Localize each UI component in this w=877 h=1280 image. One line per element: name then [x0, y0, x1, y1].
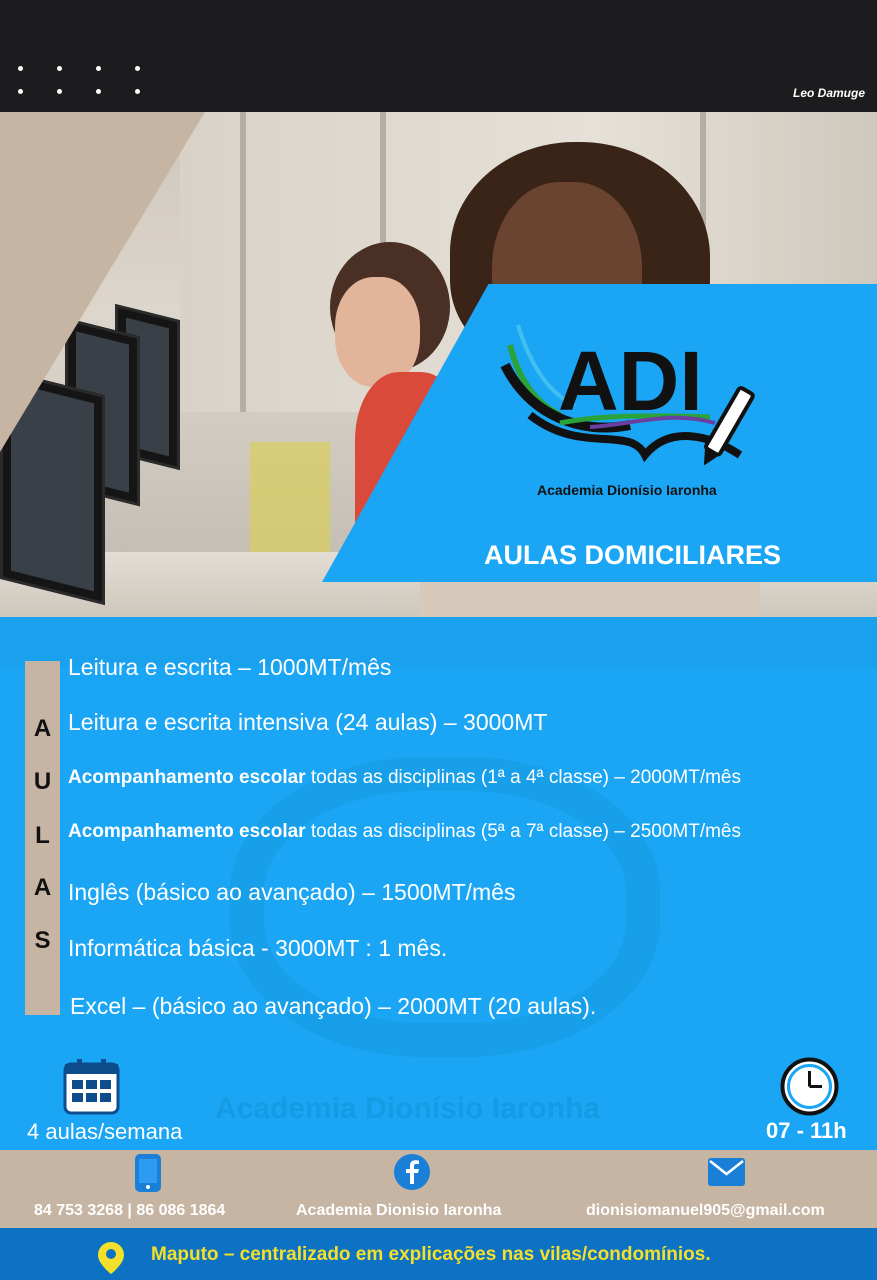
headline: AULAS DOMICILIARES	[484, 540, 781, 570]
mail-icon[interactable]	[708, 1158, 745, 1191]
side-letter: U	[33, 768, 52, 795]
side-letter: L	[35, 822, 50, 849]
adi-logo: ADI	[500, 305, 785, 505]
logo-letters: ADI	[558, 334, 703, 428]
location-pin-icon	[98, 1242, 124, 1274]
service-item-bold: Acompanhamento escolar	[68, 767, 306, 788]
pencil-icon	[703, 386, 755, 466]
email-address[interactable]: dionisiomanuel905@gmail.com	[586, 1202, 825, 1220]
photo-person-2-face	[335, 277, 420, 387]
service-item: Acompanhamento escolar todas as discipli…	[68, 821, 741, 843]
service-item-bold: Acompanhamento escolar	[68, 821, 306, 842]
facebook-icon[interactable]	[394, 1154, 430, 1195]
photo-yellow-panel	[250, 442, 330, 562]
service-item: Leitura e escrita intensiva (24 aulas) –…	[68, 709, 548, 735]
watermark-text: Academia Dionísio Iaronha	[215, 1092, 601, 1125]
service-item-rest: todas as disciplinas (1ª a 4ª classe) – …	[305, 767, 742, 788]
phone-numbers[interactable]: 84 753 3268 | 86 086 1864	[34, 1202, 225, 1220]
phone-icon	[135, 1154, 161, 1197]
service-item: Excel – (básico ao avançado) – 2000MT (2…	[70, 993, 597, 1019]
hours-label: 07 - 11h	[766, 1118, 847, 1143]
location-text: Maputo – centralizado em explicações nas…	[151, 1244, 711, 1265]
side-letter: A	[33, 715, 52, 742]
frequency-label: 4 aulas/semana	[27, 1119, 183, 1144]
side-letter: S	[34, 927, 51, 954]
service-item: Informática básica - 3000MT : 1 mês.	[68, 935, 448, 961]
clock-icon	[780, 1057, 839, 1116]
facebook-name[interactable]: Academia Dionisio Iaronha	[296, 1202, 501, 1220]
calendar-icon	[63, 1058, 120, 1115]
service-item: Inglês (básico ao avançado) – 1500MT/mês	[68, 879, 516, 905]
service-item: Leitura e escrita – 1000MT/mês	[68, 654, 392, 680]
service-item: Acompanhamento escolar todas as discipli…	[68, 767, 741, 789]
side-letter: A	[33, 874, 52, 901]
service-item-rest: todas as disciplinas (5ª a 7ª classe) – …	[305, 821, 742, 842]
designer-credit: Leo Damuge	[792, 86, 865, 100]
logo-subtitle: Academia Dionísio Iaronha	[537, 482, 717, 498]
